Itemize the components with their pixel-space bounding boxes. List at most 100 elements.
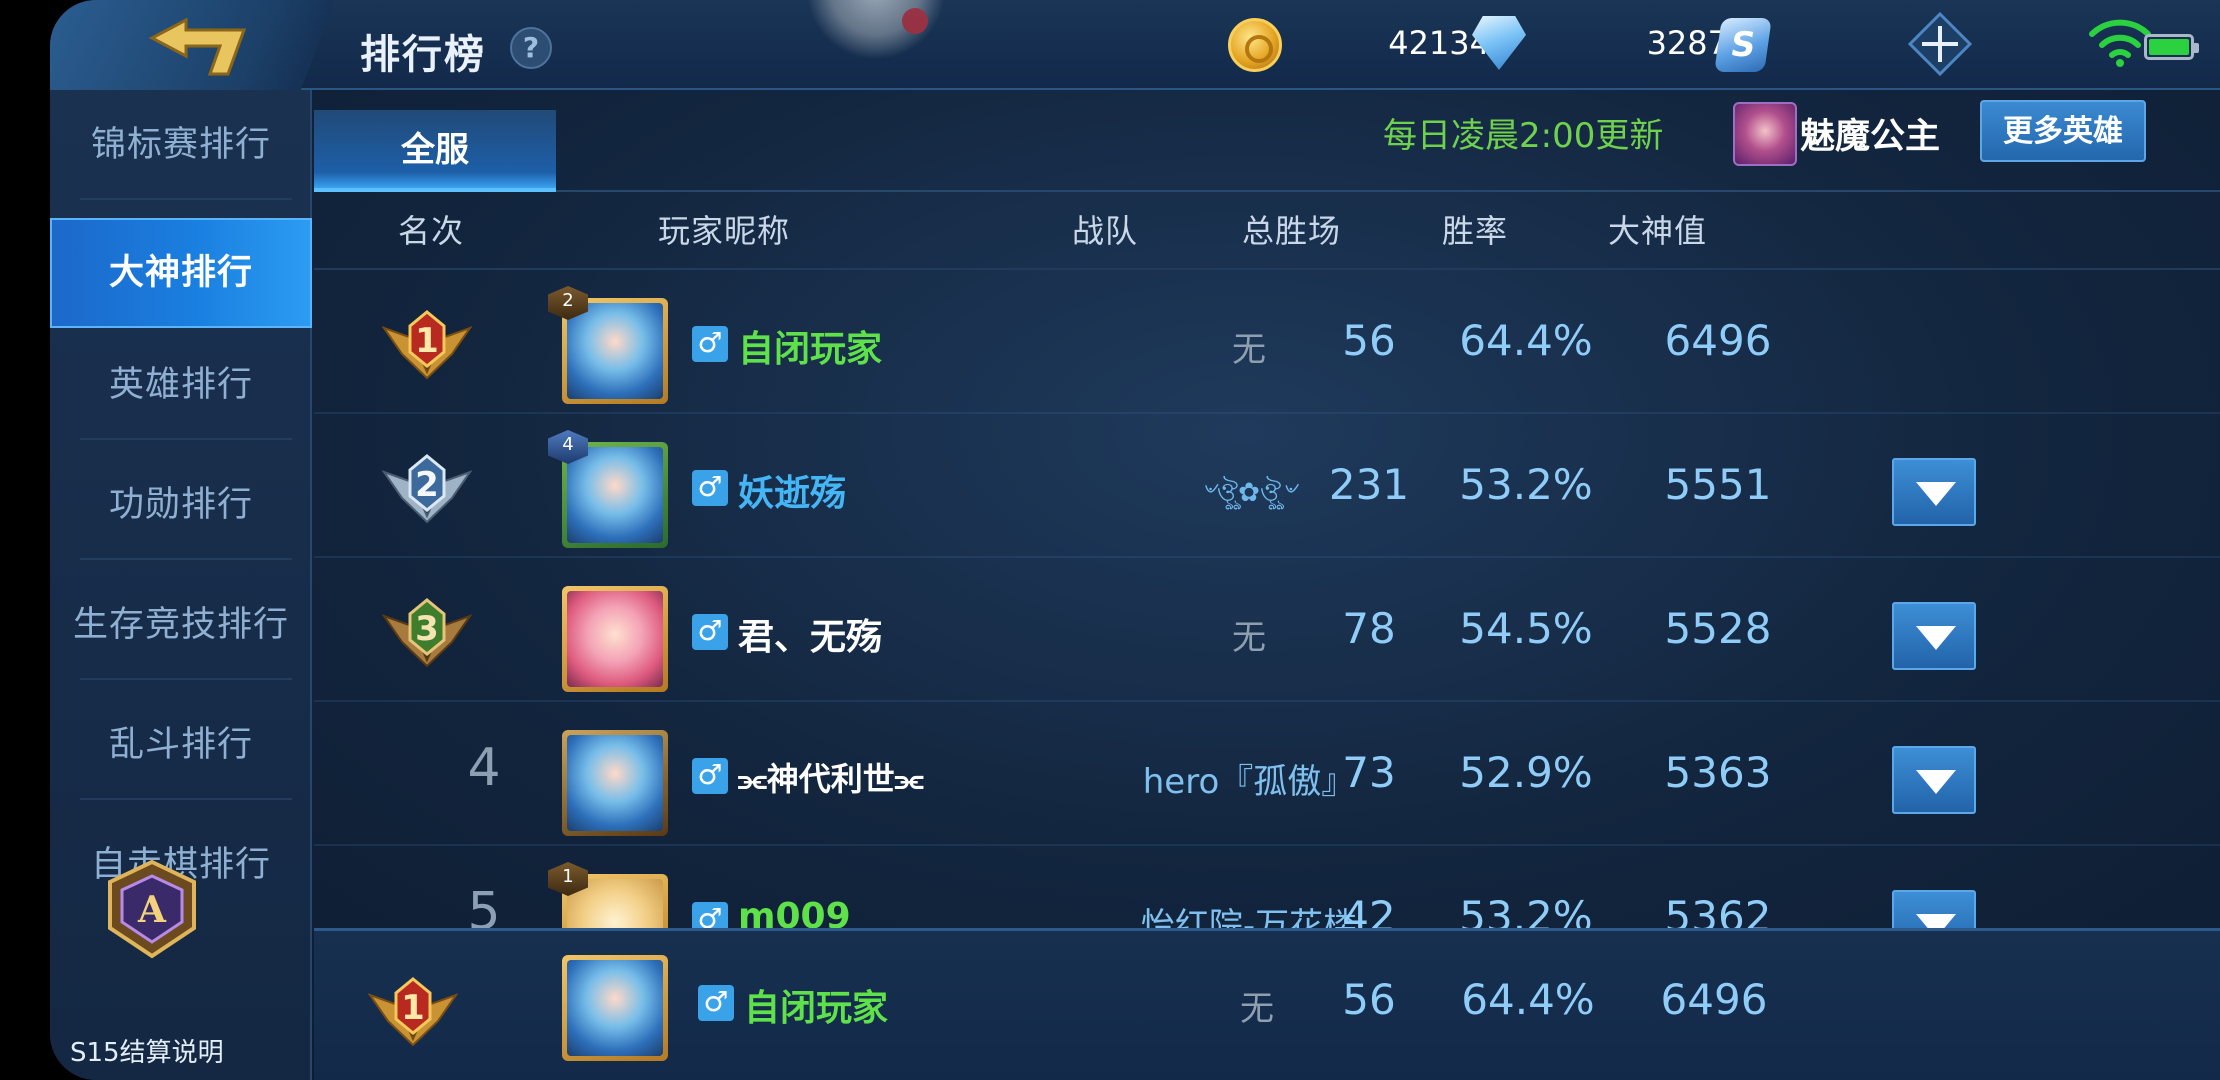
- sidebar-item-label: 大神排行: [108, 253, 253, 293]
- bronze-rank-badge-icon: 3: [382, 598, 472, 668]
- sidebar-item-merit[interactable]: 功勋排行: [50, 450, 312, 560]
- my-nickname: 自闭玩家: [744, 988, 889, 1029]
- male-gender-icon: ♂: [692, 902, 728, 928]
- diamond-counter: 3287: [1472, 16, 1728, 70]
- expand-button[interactable]: [1892, 890, 1976, 928]
- god-value: 5363: [1664, 748, 1772, 797]
- table-row[interactable]: 3 ♂ 君、无殇 无 78 54.5% 5528: [314, 558, 2220, 702]
- avatar[interactable]: [562, 730, 668, 836]
- gold-counter: 42134: [1228, 18, 1490, 72]
- total-wins: 56: [1342, 316, 1396, 365]
- avatar[interactable]: 1: [548, 862, 668, 928]
- more-heroes-button[interactable]: 更多英雄: [1980, 100, 2146, 162]
- gold-coin-icon: [1228, 18, 1282, 72]
- season-emblem-icon[interactable]: A: [98, 858, 206, 960]
- gold-rank-badge-icon: 1: [382, 310, 472, 380]
- my-avatar[interactable]: [562, 955, 668, 1061]
- sidebar-item-master[interactable]: 大神排行: [50, 218, 312, 328]
- god-value: 5362: [1664, 892, 1772, 928]
- column-header-rank: 名次: [398, 212, 465, 250]
- team-name: 无: [1232, 618, 1266, 658]
- column-header-god-value: 大神值: [1608, 212, 1708, 250]
- expand-button[interactable]: [1892, 746, 1976, 814]
- my-god-value: 6496: [1660, 975, 1768, 1024]
- sidebar-item-brawl[interactable]: 乱斗排行: [50, 690, 312, 800]
- column-header-nickname: 玩家昵称: [658, 212, 791, 250]
- top-bar: 排行榜 ? 42134 3287 S 7: [50, 0, 2220, 90]
- rank-badge-number: 2: [415, 465, 439, 505]
- column-header-wins: 总胜场: [1242, 212, 1342, 250]
- wifi-icon: [2089, 19, 2151, 67]
- player-nickname[interactable]: 自闭玩家: [738, 320, 882, 372]
- god-value: 6496: [1664, 316, 1772, 365]
- recharge-plus-button[interactable]: [1908, 12, 1972, 76]
- hero-name: 魅魔公主: [1800, 117, 1941, 157]
- expand-button[interactable]: [1892, 458, 1976, 526]
- god-value: 5528: [1664, 604, 1772, 653]
- rank-badge-number: 3: [415, 609, 439, 649]
- male-gender-icon: ♂: [692, 614, 728, 650]
- my-total-wins: 56: [1342, 975, 1396, 1024]
- expand-button[interactable]: [1892, 602, 1976, 670]
- player-nickname[interactable]: ⫘神代利世⫘: [738, 754, 924, 800]
- rank-badge-number: 1: [415, 321, 439, 361]
- sidebar-item-survival[interactable]: 生存竞技排行: [50, 570, 312, 680]
- rank-badge-number: 1: [401, 988, 425, 1028]
- back-button[interactable]: [50, 0, 335, 90]
- total-wins: 231: [1328, 460, 1410, 509]
- table-row[interactable]: 5 1 ♂ m009 怡红院-万花楼 42 53.2% 5362: [314, 846, 2220, 928]
- player-nickname[interactable]: 君、无殇: [738, 608, 882, 660]
- svg-text:A: A: [137, 889, 167, 931]
- male-gender-icon: ♂: [692, 470, 728, 506]
- win-rate: 64.4%: [1459, 316, 1593, 365]
- sidebar-item-hero[interactable]: 英雄排行: [50, 330, 312, 440]
- avatar[interactable]: 2: [548, 286, 668, 404]
- sidebar-item-tournament[interactable]: 锦标赛排行: [50, 90, 312, 200]
- male-gender-icon: ♂: [692, 758, 728, 794]
- help-icon[interactable]: ?: [510, 27, 552, 69]
- win-rate: 52.9%: [1459, 748, 1593, 797]
- god-value: 5551: [1664, 460, 1772, 509]
- male-gender-icon: ♂: [692, 326, 728, 362]
- table-row[interactable]: 4 ♂ ⫘神代利世⫘ hero『孤傲』 73 52.9% 5363: [314, 702, 2220, 846]
- ranking-screen: 排行榜 ? 42134 3287 S 7 锦标赛排行 大神排: [50, 0, 2220, 1080]
- hero-avatar: [1733, 102, 1797, 166]
- notification-dot: [902, 8, 928, 34]
- table-row[interactable]: 1 2 ♂ 自闭玩家 无 56 64.4% 6496: [314, 270, 2220, 414]
- season-settlement-link[interactable]: S15结算说明: [70, 1032, 224, 1069]
- win-rate: 54.5%: [1459, 604, 1593, 653]
- win-rate: 53.2%: [1459, 892, 1593, 928]
- ranking-list[interactable]: 1 2 ♂ 自闭玩家 无 56 64.4% 6496 2 4 ♂ 妖逝殇 ৺ঔৣ…: [314, 270, 2220, 928]
- player-nickname[interactable]: m009: [738, 896, 851, 928]
- rank-number: 4: [467, 738, 501, 798]
- tab-all-server[interactable]: 全服: [314, 110, 556, 192]
- voucher-icon: S: [1714, 18, 1772, 72]
- sidebar-item-label: 生存竞技排行: [72, 605, 289, 645]
- total-wins: 42: [1342, 892, 1396, 928]
- total-wins: 73: [1342, 748, 1396, 797]
- sidebar-item-label: 锦标赛排行: [90, 125, 271, 165]
- my-rank-row[interactable]: 1 ♂ 自闭玩家 无 56 64.4% 6496: [314, 931, 2220, 1075]
- sidebar-item-label: 乱斗排行: [108, 725, 253, 765]
- player-nickname[interactable]: 妖逝殇: [738, 464, 846, 516]
- table-row[interactable]: 2 4 ♂ 妖逝殇 ৺ঔৣ✿ঔৣ৺ 231 53.2% 5551: [314, 414, 2220, 558]
- win-rate: 53.2%: [1459, 460, 1593, 509]
- silver-rank-badge-icon: 2: [382, 454, 472, 524]
- my-win-rate: 64.4%: [1461, 975, 1595, 1024]
- diamond-icon: [1472, 16, 1526, 70]
- update-note: 每日凌晨2:00更新: [1383, 116, 1664, 156]
- rank-number: 5: [467, 882, 501, 928]
- avatar[interactable]: [562, 586, 668, 692]
- team-name: 无: [1232, 330, 1266, 370]
- column-header-win-rate: 胜率: [1442, 212, 1509, 250]
- sidebar-item-label: 功勋排行: [108, 485, 253, 525]
- total-wins: 78: [1342, 604, 1396, 653]
- rank-emblem-icon: [806, 0, 946, 60]
- battery-icon: [2144, 34, 2199, 60]
- avatar[interactable]: 4: [548, 430, 668, 548]
- back-arrow-icon: [148, 17, 247, 76]
- my-rank-bar: 1 ♂ 自闭玩家 无 56 64.4% 6496: [314, 928, 2220, 1080]
- page-title: 排行榜: [360, 32, 486, 78]
- male-gender-icon: ♂: [698, 985, 734, 1021]
- sidebar-item-label: 英雄排行: [108, 365, 253, 405]
